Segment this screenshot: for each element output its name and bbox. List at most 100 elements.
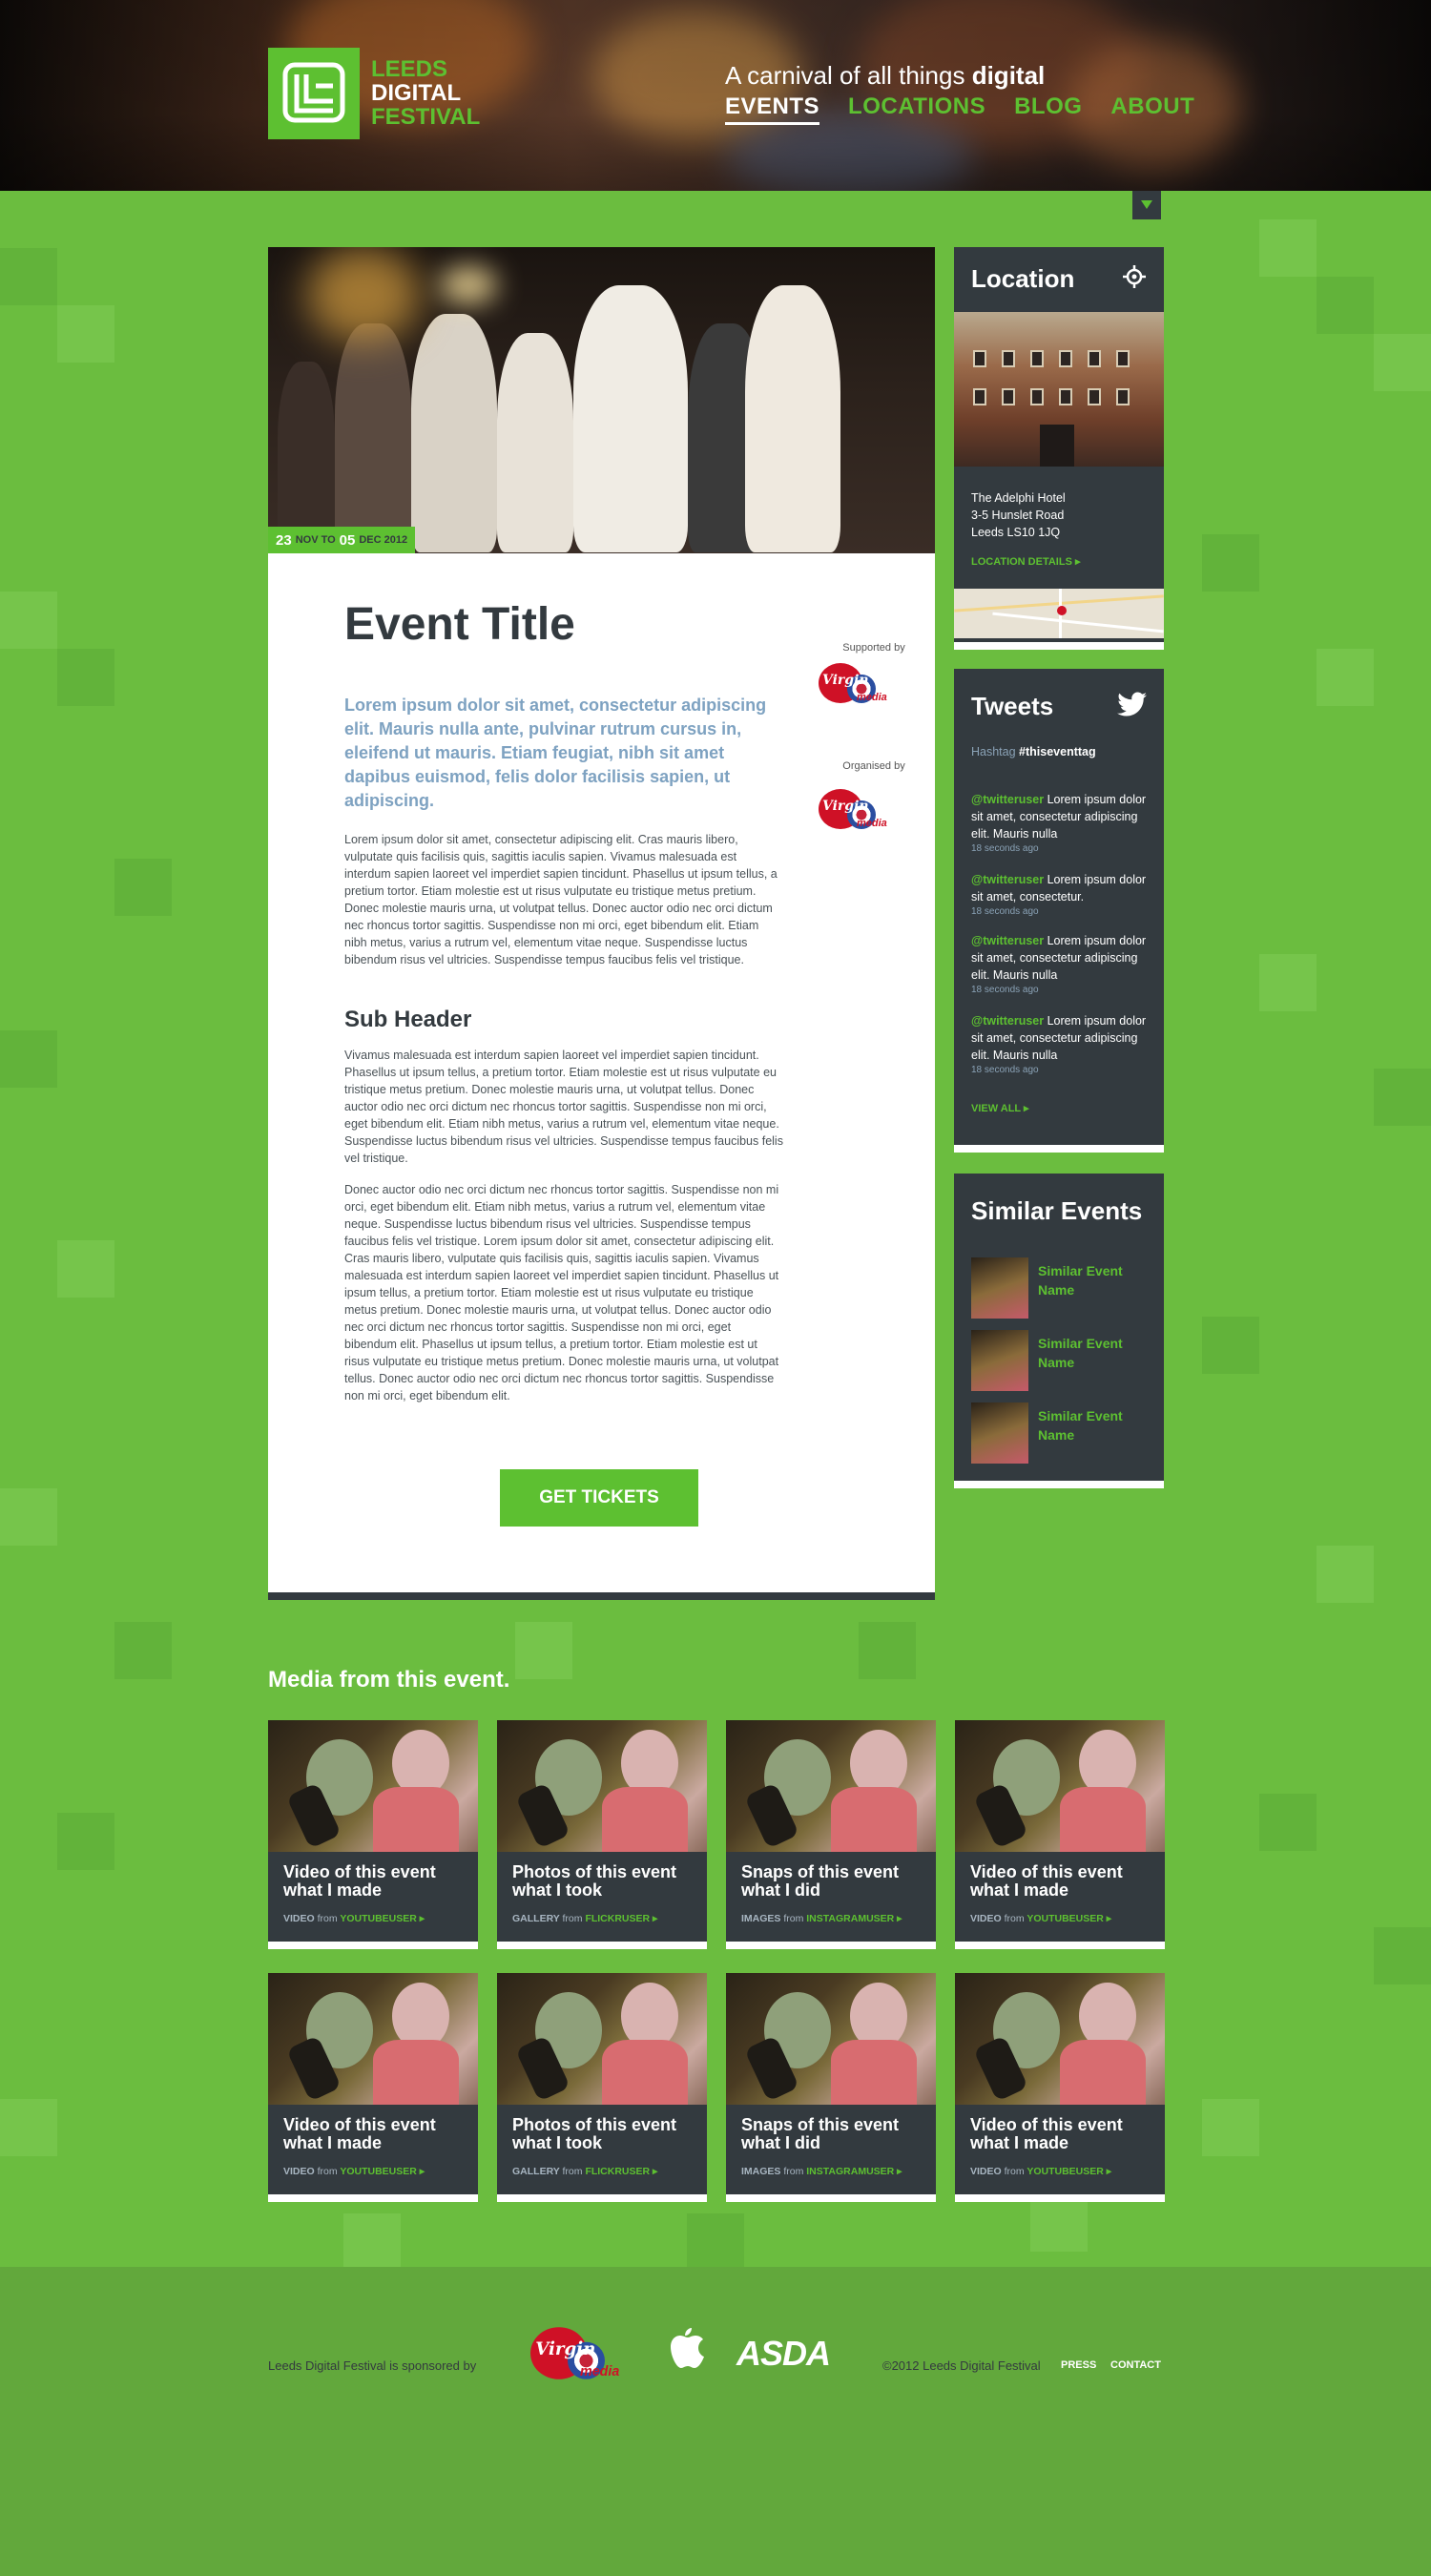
similar-event-name[interactable]: Similar Event Name <box>1038 1406 1143 1444</box>
virgin-wordmark: Virgin <box>822 673 869 688</box>
media-thumbnail[interactable] <box>955 1973 1165 2105</box>
media-from: from <box>317 1913 338 1924</box>
media-source-link[interactable]: YOUTUBEUSER ▸ <box>1027 2166 1111 2177</box>
press-link[interactable]: PRESS <box>1061 2359 1096 2371</box>
logo-line-3: FESTIVAL <box>371 104 481 130</box>
media-card[interactable]: Video of this event what I made VIDEO fro… <box>268 1720 478 1949</box>
address-line-2: 3-5 Hunslet Road <box>971 509 1065 522</box>
media-thumbnail[interactable] <box>726 1973 936 2105</box>
similar-event-item[interactable]: Similar Event Name <box>971 1257 1152 1319</box>
pixel-block <box>1259 1794 1317 1851</box>
media-title[interactable]: Video of this event what I made <box>283 1863 470 1900</box>
pixel-block <box>1317 277 1374 334</box>
twitter-bird-icon[interactable] <box>1117 692 1148 723</box>
tweet-user[interactable]: @twitteruser <box>971 934 1044 947</box>
event-lede: Lorem ipsum dolor sit amet, consectetur … <box>344 696 767 810</box>
media-card[interactable]: Photos of this event what I took GALLERY … <box>497 1973 707 2202</box>
similar-event-name[interactable]: Similar Event Name <box>1038 1261 1143 1299</box>
location-details-link[interactable]: LOCATION DETAILS ▸ <box>971 555 1081 568</box>
media-source-link[interactable]: YOUTUBEUSER ▸ <box>340 1913 425 1924</box>
virgin-media-logo-icon[interactable]: Virgin media <box>819 785 889 833</box>
media-card[interactable]: Video of this event what I made VIDEO fro… <box>955 1720 1165 1949</box>
media-meta: GALLERY from FLICKRUSER ▸ <box>512 2166 657 2177</box>
media-card[interactable]: Snaps of this event what I did IMAGES fro… <box>726 1973 936 2202</box>
similar-event-name[interactable]: Similar Event Name <box>1038 1334 1143 1372</box>
tweet-time: 18 seconds ago <box>971 1065 1039 1075</box>
logo-line-2: DIGITAL <box>371 80 462 106</box>
media-thumbnail[interactable] <box>268 1720 478 1852</box>
pixel-block <box>114 859 172 916</box>
view-all-tweets-link[interactable]: VIEW ALL ▸ <box>971 1102 1029 1114</box>
media-card[interactable]: Video of this event what I made VIDEO fro… <box>955 1973 1165 2202</box>
media-thumbnail[interactable] <box>955 1720 1165 1852</box>
tweet-item: @twitteruser Lorem ipsum dolor sit amet,… <box>971 791 1152 856</box>
media-source-link[interactable]: INSTAGRAMUSER ▸ <box>806 1913 902 1924</box>
virgin-media-logo-icon[interactable]: Virgin media <box>530 2322 622 2384</box>
virgin-media-logo-icon[interactable]: Virgin media <box>819 659 889 707</box>
media-wordmark: media <box>857 818 887 829</box>
similar-event-thumbnail <box>971 1257 1028 1319</box>
media-from: from <box>562 1913 583 1924</box>
similar-event-item[interactable]: Similar Event Name <box>971 1330 1152 1391</box>
location-map[interactable] <box>954 589 1164 638</box>
pixel-block <box>1374 334 1431 391</box>
media-wordmark: media <box>580 2364 620 2379</box>
media-card[interactable]: Snaps of this event what I did IMAGES fro… <box>726 1720 936 1949</box>
event-paragraph-3: Donec auctor odio nec orci dictum nec rh… <box>344 1183 779 1402</box>
media-title[interactable]: Video of this event what I made <box>283 2116 470 2152</box>
media-from: from <box>1004 1913 1025 1924</box>
pixel-block <box>0 2099 57 2156</box>
hashtag-value[interactable]: #thiseventtag <box>1019 745 1096 758</box>
pixel-block <box>0 1488 57 1546</box>
media-card[interactable]: Photos of this event what I took GALLERY … <box>497 1720 707 1949</box>
pixel-block <box>57 1813 114 1870</box>
event-sub-header: Sub Header <box>344 1007 472 1032</box>
media-source-link[interactable]: INSTAGRAMUSER ▸ <box>806 2166 902 2177</box>
pixel-block <box>0 592 57 649</box>
media-card[interactable]: Video of this event what I made VIDEO fro… <box>268 1973 478 2202</box>
media-thumbnail[interactable] <box>268 1973 478 2105</box>
media-source-link[interactable]: FLICKRUSER ▸ <box>585 1913 657 1924</box>
date-end-day: 05 <box>339 531 356 549</box>
similar-event-item[interactable]: Similar Event Name <box>971 1402 1152 1464</box>
nav-locations[interactable]: LOCATIONS <box>848 93 985 125</box>
contact-link[interactable]: CONTACT <box>1110 2359 1161 2371</box>
media-title[interactable]: Snaps of this event what I did <box>741 2116 928 2152</box>
media-title[interactable]: Photos of this event what I took <box>512 2116 699 2152</box>
media-title[interactable]: Video of this event what I made <box>970 2116 1157 2152</box>
nav-events[interactable]: EVENTS <box>725 93 820 125</box>
expand-header-button[interactable] <box>1132 191 1161 219</box>
get-tickets-button[interactable]: GET TICKETS <box>500 1469 698 1527</box>
festival-logo-icon[interactable] <box>268 48 360 139</box>
media-heading: Media from this event. <box>268 1667 510 1693</box>
media-meta: VIDEO from YOUTUBEUSER ▸ <box>970 2166 1111 2177</box>
media-thumbnail[interactable] <box>726 1720 936 1852</box>
event-paragraph-1: Lorem ipsum dolor sit amet, consectetur … <box>344 833 778 966</box>
apple-logo-icon[interactable] <box>664 2324 706 2370</box>
event-paragraph-2: Vivamus malesuada est interdum sapien la… <box>344 1049 783 1165</box>
media-title[interactable]: Snaps of this event what I did <box>741 1863 928 1900</box>
festival-logo-text[interactable]: LEEDS DIGITAL FESTIVAL <box>371 57 480 129</box>
tweet-user[interactable]: @twitteruser <box>971 873 1044 886</box>
pixel-block <box>1202 1317 1259 1374</box>
pixel-block <box>1374 1927 1431 1984</box>
media-thumbnail[interactable] <box>497 1973 707 2105</box>
pixel-block <box>1202 2099 1259 2156</box>
date-end-month: DEC 2012 <box>359 534 408 546</box>
date-start-day: 23 <box>276 531 292 549</box>
nav-blog[interactable]: BLOG <box>1014 93 1082 125</box>
media-source-link[interactable]: YOUTUBEUSER ▸ <box>1027 1913 1111 1924</box>
pixel-block <box>114 1622 172 1679</box>
media-source-link[interactable]: FLICKRUSER ▸ <box>585 2166 657 2177</box>
asda-logo[interactable]: ASDA <box>736 2334 831 2374</box>
tweet-user[interactable]: @twitteruser <box>971 793 1044 806</box>
media-source-link[interactable]: YOUTUBEUSER ▸ <box>340 2166 425 2177</box>
tweet-user[interactable]: @twitteruser <box>971 1014 1044 1028</box>
address-line-1: The Adelphi Hotel <box>971 491 1066 505</box>
media-title[interactable]: Photos of this event what I took <box>512 1863 699 1900</box>
media-title[interactable]: Video of this event what I made <box>970 1863 1157 1900</box>
nav-about[interactable]: ABOUT <box>1110 93 1194 125</box>
pixel-block <box>687 2213 744 2271</box>
media-thumbnail[interactable] <box>497 1720 707 1852</box>
crosshair-icon[interactable] <box>1122 264 1147 294</box>
